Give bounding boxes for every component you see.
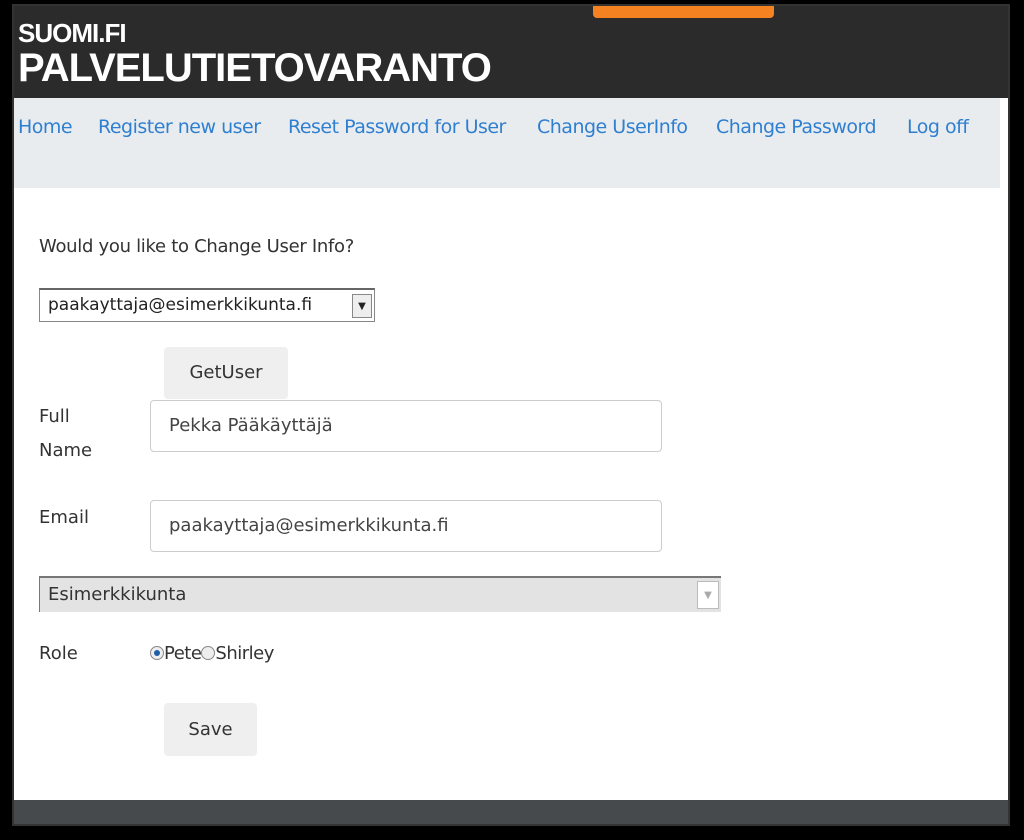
organization-select-value: Esimerkkikunta	[48, 584, 187, 605]
nav-home[interactable]: Home	[18, 116, 73, 138]
role-radio-pete[interactable]	[150, 646, 164, 660]
nav-change-userinfo[interactable]: Change UserInfo	[537, 116, 688, 138]
role-label-pete: Pete	[164, 643, 202, 664]
nav-change-password[interactable]: Change Password	[716, 116, 877, 138]
nav-log-off[interactable]: Log off	[907, 116, 969, 138]
chevron-down-icon[interactable]: ▼	[352, 294, 372, 318]
organization-select[interactable]: Esimerkkikunta ▼	[39, 576, 721, 612]
site-header: SUOMI.FI PALVELUTIETOVARANTO	[14, 6, 1008, 98]
brand-main: PALVELUTIETOVARANTO	[18, 46, 492, 90]
question-text: Would you like to Change User Info?	[39, 236, 354, 257]
user-select[interactable]: paakayttaja@esimerkkikunta.fi ▼	[39, 288, 375, 322]
nav-reset-password[interactable]: Reset Password for User	[288, 116, 506, 138]
full-name-label: Full Name	[39, 406, 93, 461]
role-label: Role	[39, 643, 78, 664]
chevron-down-icon[interactable]: ▼	[697, 581, 719, 609]
top-orange-button[interactable]	[593, 6, 774, 18]
get-user-button[interactable]: GetUser	[164, 347, 288, 399]
brand-top: SUOMI.FI	[18, 18, 127, 48]
site-footer	[14, 800, 1008, 824]
role-radio-group: Pete Shirley	[150, 637, 274, 671]
nav-bar: Home Register new user Reset Password fo…	[14, 98, 1000, 188]
nav-register-new-user[interactable]: Register new user	[98, 116, 261, 138]
role-radio-shirley[interactable]	[201, 646, 216, 660]
save-button[interactable]: Save	[164, 703, 257, 756]
role-label-shirley: Shirley	[215, 643, 274, 664]
full-name-input[interactable]: Pekka Pääkäyttäjä	[150, 400, 662, 452]
email-input[interactable]: paakayttaja@esimerkkikunta.fi	[150, 500, 662, 552]
email-label: Email	[39, 507, 89, 528]
user-select-value: paakayttaja@esimerkkikunta.fi	[48, 295, 313, 315]
browser-window: SUOMI.FI PALVELUTIETOVARANTO Home Regist…	[14, 6, 1008, 824]
